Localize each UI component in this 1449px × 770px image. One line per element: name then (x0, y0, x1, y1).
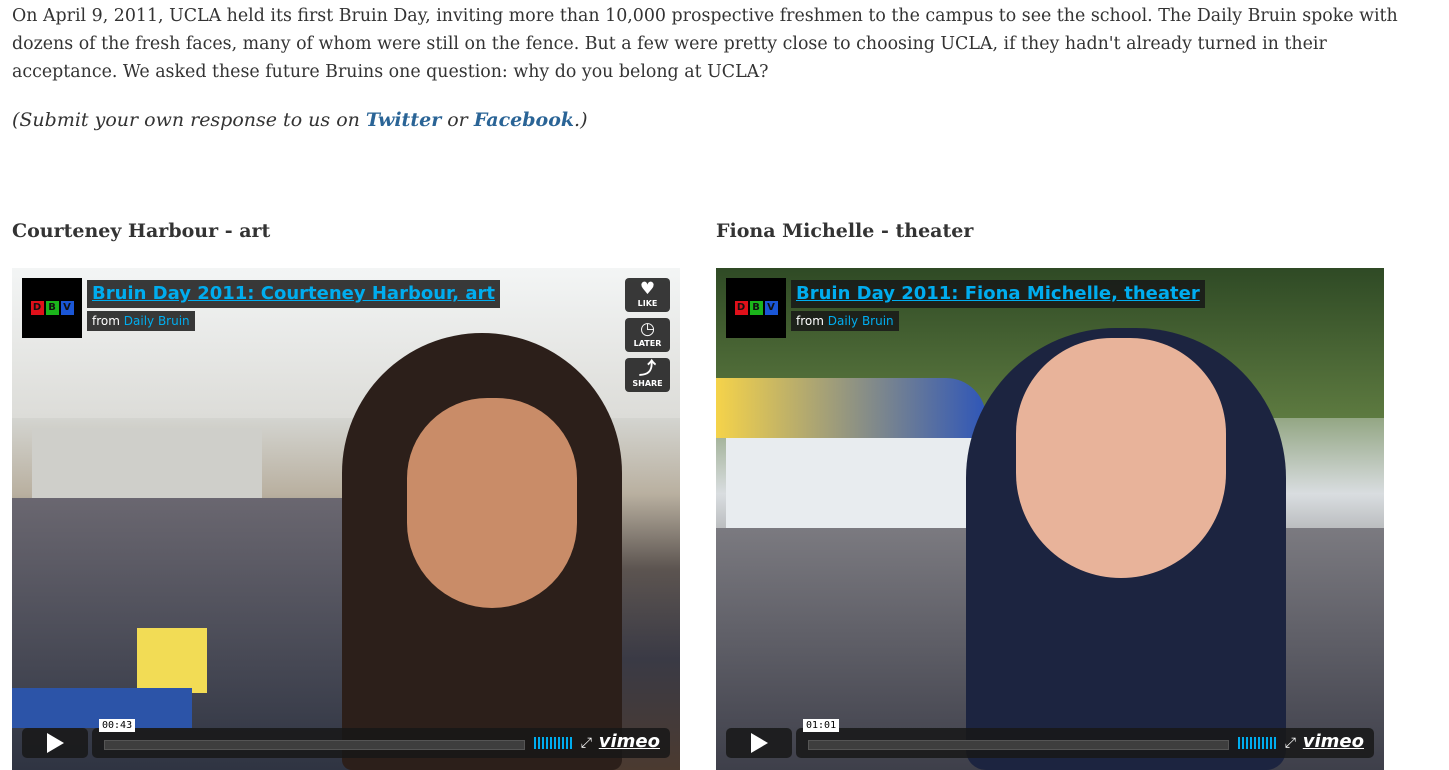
dbv-logo-b: B (45, 301, 59, 315)
channel-link[interactable]: Daily Bruin (828, 314, 894, 328)
volume-control[interactable] (1238, 737, 1276, 749)
clock-icon: ◷ (640, 319, 655, 339)
channel-link[interactable]: Daily Bruin (124, 314, 190, 328)
facebook-link[interactable]: Facebook (474, 109, 574, 131)
video-player-courteney[interactable]: D B V Bruin Day 2011: Courteney Harbour,… (12, 268, 680, 770)
dbv-logo-d: D (30, 301, 44, 315)
video-caption-fiona: Fiona Michelle - theater (716, 220, 974, 242)
twitter-link[interactable]: Twitter (366, 109, 441, 131)
vimeo-logo[interactable]: vimeo (1303, 730, 1364, 754)
submit-prefix: (Submit your own response to us on (12, 109, 366, 131)
fullscreen-icon[interactable]: ⤢ (581, 733, 592, 753)
video-controls: 00:43 ⤢ vimeo (22, 719, 670, 758)
fullscreen-icon[interactable]: ⤢ (1285, 733, 1296, 753)
play-icon (46, 733, 64, 753)
video-title-link[interactable]: Bruin Day 2011: Courteney Harbour, art (87, 280, 500, 308)
control-bar: 00:43 ⤢ vimeo (92, 719, 670, 758)
submit-suffix: .) (574, 109, 588, 131)
dbv-logo-v: V (764, 301, 778, 315)
from-label: from (92, 314, 120, 328)
dbv-logo-v: V (60, 301, 74, 315)
like-label: LIKE (637, 299, 658, 308)
progress-track[interactable]: 01:01 (803, 719, 1229, 750)
dbv-logo-b: B (749, 301, 763, 315)
time-display: 00:43 (99, 719, 136, 732)
submit-prompt: (Submit your own response to us on Twitt… (12, 106, 587, 134)
later-label: LATER (633, 339, 662, 348)
share-icon: ⤴ (639, 359, 656, 379)
play-icon (750, 733, 768, 753)
submit-or: or (441, 109, 474, 131)
dbv-logo-d: D (734, 301, 748, 315)
video-title-link[interactable]: Bruin Day 2011: Fiona Michelle, theater (791, 280, 1205, 308)
like-button[interactable]: ♥ LIKE (625, 278, 670, 312)
video-controls: 01:01 ⤢ vimeo (726, 719, 1374, 758)
video-byline: from Daily Bruin (87, 311, 195, 331)
dbv-logo[interactable]: D B V (22, 278, 82, 338)
heart-icon: ♥ (639, 279, 656, 299)
share-label: SHARE (632, 379, 663, 388)
play-button[interactable] (22, 728, 88, 758)
dbv-logo[interactable]: D B V (726, 278, 786, 338)
article-intro: On April 9, 2011, UCLA held its first Br… (12, 6, 1398, 82)
video-byline: from Daily Bruin (791, 311, 899, 331)
watch-later-button[interactable]: ◷ LATER (625, 318, 670, 352)
video-caption-courteney: Courteney Harbour - art (12, 220, 271, 242)
video-player-fiona[interactable]: D B V Bruin Day 2011: Fiona Michelle, th… (716, 268, 1384, 770)
progress-track[interactable]: 00:43 (99, 719, 525, 750)
share-button[interactable]: ⤴ SHARE (625, 358, 670, 392)
play-button[interactable] (726, 728, 792, 758)
volume-control[interactable] (534, 737, 572, 749)
from-label: from (796, 314, 824, 328)
time-display: 01:01 (803, 719, 840, 732)
vimeo-logo[interactable]: vimeo (599, 730, 660, 754)
control-bar: 01:01 ⤢ vimeo (796, 719, 1374, 758)
